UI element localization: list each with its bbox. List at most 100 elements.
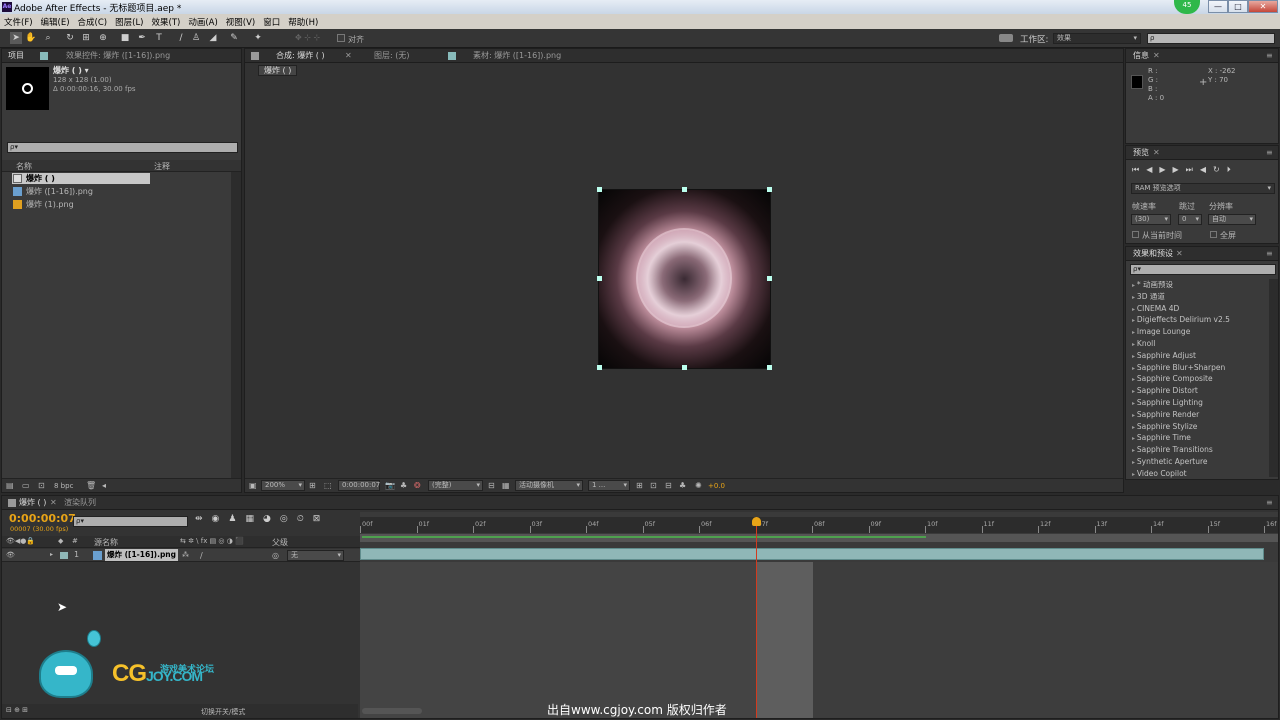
full-screen-checkbox[interactable]: [1210, 231, 1217, 238]
collapse-switch-icon[interactable]: ⁂: [182, 551, 189, 559]
effect-category[interactable]: Synthetic Aperture: [1128, 456, 1268, 468]
flowchart-icon[interactable]: ♣: [679, 481, 686, 490]
draft-3d-icon[interactable]: ◉: [212, 514, 229, 524]
timecode-field[interactable]: 0:00:00:07: [338, 480, 380, 491]
loop-icon[interactable]: ↻: [1213, 165, 1227, 174]
tab-info[interactable]: 信息: [1133, 49, 1149, 63]
last-frame-icon[interactable]: ⏭: [1186, 165, 1200, 174]
effect-category[interactable]: Sapphire Distort: [1128, 385, 1268, 397]
work-area-bar[interactable]: [360, 534, 1278, 542]
tab-effects-presets[interactable]: 效果和预设: [1133, 247, 1173, 261]
menu-edit[interactable]: 编辑(E): [41, 16, 70, 28]
panel-menu-icon[interactable]: [251, 52, 259, 60]
project-item[interactable]: 爆炸 ( ): [2, 172, 241, 185]
tab-render-queue[interactable]: 渲染队列: [64, 496, 96, 510]
grid-icon[interactable]: ⊞: [309, 481, 316, 490]
eraser-tool-icon[interactable]: ◢: [207, 32, 219, 44]
panel-menu-icon[interactable]: ≡: [1266, 496, 1273, 510]
new-comp-icon[interactable]: ⊡: [38, 481, 45, 490]
transform-handle[interactable]: [682, 365, 687, 370]
effects-scrollbar[interactable]: [1269, 279, 1278, 477]
from-current-time-checkbox[interactable]: [1132, 231, 1139, 238]
rectangle-tool-icon[interactable]: ■: [119, 32, 131, 44]
close-icon[interactable]: ✕: [1176, 247, 1183, 261]
toggle-switches-modes[interactable]: 切换开关/模式: [201, 707, 245, 717]
brainstorm-icon[interactable]: ◎: [280, 514, 297, 524]
notification-badge[interactable]: 45: [1174, 0, 1200, 14]
effect-category[interactable]: Digieffects Delirium v2.5: [1128, 314, 1268, 326]
comp-breadcrumb[interactable]: 爆炸 ( ): [258, 65, 298, 76]
pick-whip-icon[interactable]: ◎: [272, 551, 279, 560]
current-timecode[interactable]: 0:00:00:07: [9, 512, 76, 525]
exposure-icon[interactable]: ✺: [695, 481, 702, 490]
frame-rate-dropdown[interactable]: (30) ▾: [1131, 214, 1171, 225]
playhead[interactable]: [751, 517, 761, 718]
label-color-swatch[interactable]: [60, 552, 68, 559]
project-item[interactable]: 爆炸 ([1-16]).png: [2, 185, 241, 198]
previous-frame-icon[interactable]: ◀: [1146, 165, 1159, 174]
type-tool-icon[interactable]: T: [153, 32, 165, 44]
puppet-tool-icon[interactable]: ✦: [252, 32, 264, 44]
ram-preview-options-dropdown[interactable]: RAM 预览选项 ▾: [1131, 183, 1275, 194]
effect-category[interactable]: Image Lounge: [1128, 326, 1268, 338]
trash-icon[interactable]: 🗑: [86, 481, 96, 490]
menu-effect[interactable]: 效果(T): [152, 16, 181, 28]
graph-editor-icon[interactable]: ⏲: [297, 514, 313, 524]
render-icon[interactable]: ⊠: [313, 514, 330, 524]
transform-handle[interactable]: [767, 187, 772, 192]
pen-tool-icon[interactable]: ✒: [136, 32, 148, 44]
transform-handle[interactable]: [767, 276, 772, 281]
close-icon[interactable]: ✕: [1153, 146, 1160, 160]
zoom-tool-icon[interactable]: ⌕: [42, 32, 54, 44]
workspace-dropdown[interactable]: 效果 ▾: [1053, 33, 1141, 44]
tab-effect-controls[interactable]: 效果控件: 爆炸 ([1-16]).png: [66, 49, 170, 63]
close-button[interactable]: ✕: [1248, 0, 1278, 13]
column-parent[interactable]: 父级: [272, 537, 288, 548]
menu-layer[interactable]: 图层(L): [115, 16, 143, 28]
effect-category[interactable]: Sapphire Stylize: [1128, 421, 1268, 433]
transform-handle[interactable]: [682, 187, 687, 192]
transform-handle[interactable]: [767, 365, 772, 370]
menu-window[interactable]: 窗口: [263, 16, 280, 28]
panel-menu-icon[interactable]: ≡: [1266, 49, 1273, 63]
tab-layer[interactable]: 图层: (无): [374, 49, 409, 63]
quality-switch-icon[interactable]: ∕: [200, 551, 203, 560]
effect-category[interactable]: Knoll: [1128, 338, 1268, 350]
interpret-footage-icon[interactable]: ▤: [6, 481, 14, 490]
playhead-handle[interactable]: [751, 517, 761, 526]
mask-icon[interactable]: ⬚: [324, 481, 332, 490]
minimize-button[interactable]: —: [1208, 0, 1228, 13]
hand-tool-icon[interactable]: ✋: [25, 32, 37, 44]
play-icon[interactable]: ▶: [1159, 165, 1172, 174]
tab-project[interactable]: 项目: [8, 49, 24, 63]
snap-checkbox[interactable]: [337, 34, 345, 42]
effect-category[interactable]: Sapphire Adjust: [1128, 350, 1268, 362]
zoom-slider[interactable]: [362, 708, 422, 714]
effect-category[interactable]: * 动画预设: [1128, 279, 1268, 291]
color-channel-icon[interactable]: ❂: [414, 481, 421, 490]
effect-category[interactable]: Sapphire Time: [1128, 432, 1268, 444]
effect-category[interactable]: Video Copilot: [1128, 468, 1268, 480]
camera-dropdown[interactable]: 活动摄像机 ▾: [515, 480, 583, 491]
exposure-value[interactable]: +0.0: [708, 482, 725, 490]
effects-search-input[interactable]: ρ▾: [1130, 264, 1276, 275]
column-source-name[interactable]: 源名称: [94, 537, 118, 548]
brush-tool-icon[interactable]: ∕: [175, 32, 187, 44]
transparency-grid-icon[interactable]: ▦: [502, 481, 510, 490]
time-ruler[interactable]: 00f 01f 02f 03f 04f 05f 06f 07f 08f 09f 10f 11f 12f 1…: [360, 517, 1278, 533]
transform-handle[interactable]: [597, 276, 602, 281]
effect-category[interactable]: Sapphire Lighting: [1128, 397, 1268, 409]
always-preview-icon[interactable]: ▣: [249, 481, 257, 490]
help-search-input[interactable]: ρ: [1147, 33, 1275, 44]
color-depth-label[interactable]: 8 bpc: [54, 482, 73, 490]
close-icon[interactable]: ✕: [50, 496, 57, 510]
column-name[interactable]: 名称: [16, 161, 32, 172]
layer-duration-bar[interactable]: [360, 548, 1264, 560]
tab-footage[interactable]: 素材: 爆炸 ([1-16]).png: [473, 49, 561, 63]
tab-preview[interactable]: 预览: [1133, 146, 1149, 160]
skip-dropdown[interactable]: 0 ▾: [1178, 214, 1202, 225]
column-comment[interactable]: 注释: [154, 161, 170, 172]
layer-row[interactable]: 👁 ▸ 1 爆炸 ([1-16]).png ⁂ ∕ ◎ 无 ▾: [2, 549, 360, 562]
layer-name[interactable]: 爆炸 ([1-16]).png: [105, 549, 179, 561]
menu-help[interactable]: 帮助(H): [288, 16, 318, 28]
